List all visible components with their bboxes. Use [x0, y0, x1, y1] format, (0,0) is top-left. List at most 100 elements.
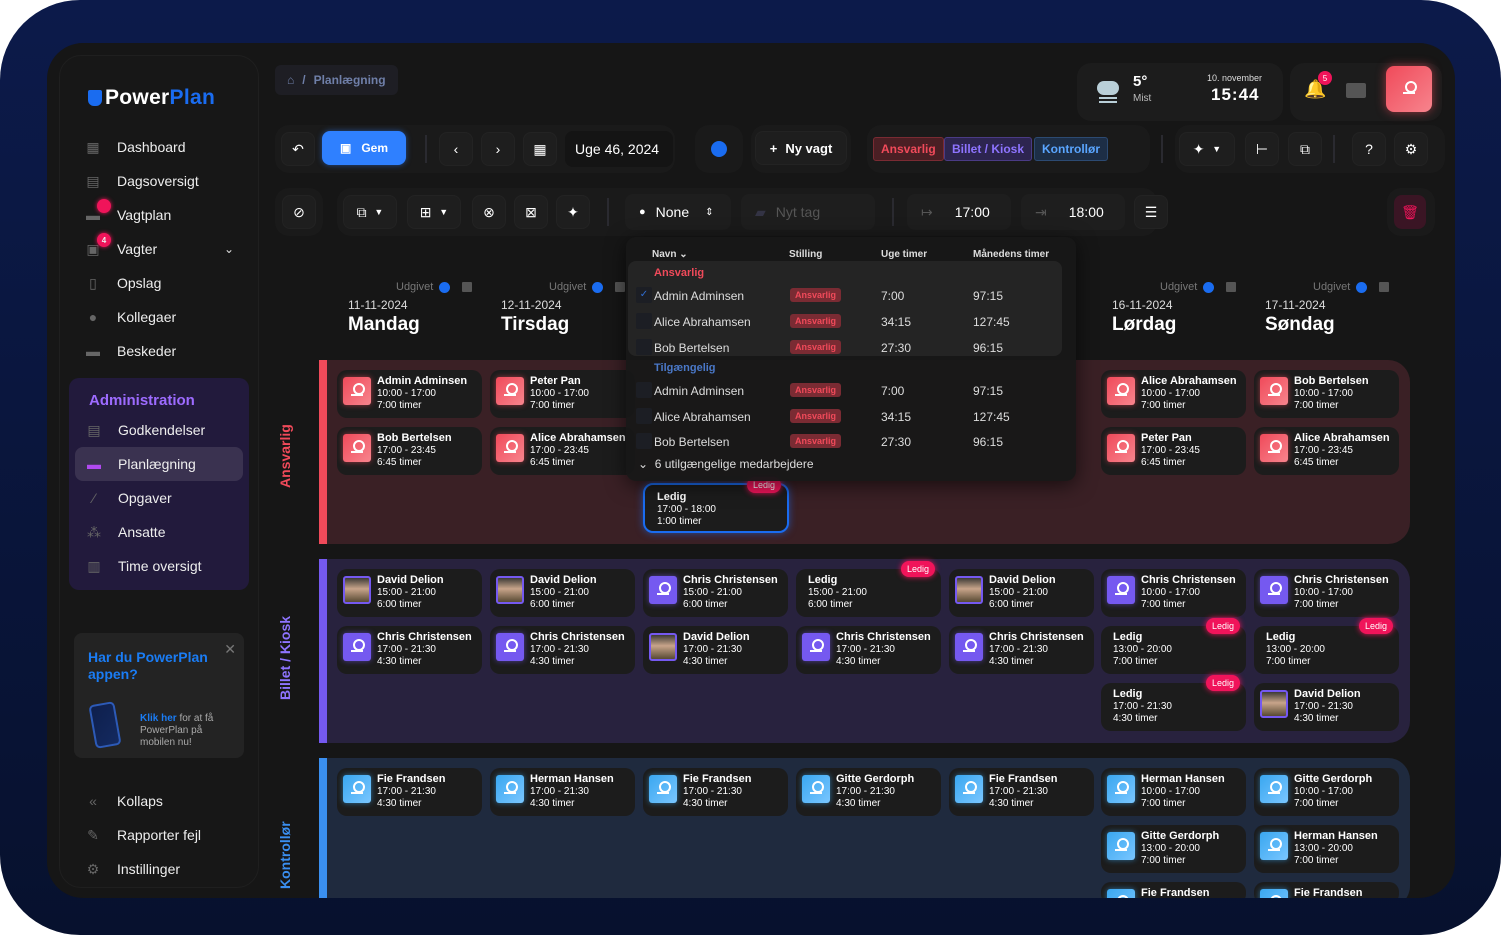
sidebar-item-vagter[interactable]: ▣ 4 Vagter ⌄ — [74, 232, 246, 266]
sidebar-item-planlaegning[interactable]: ▬ Planlægning — [75, 447, 243, 481]
dropdown-row[interactable]: Alice Abrahamsen Ansvarlig 34:15 127:45 — [630, 310, 1060, 334]
shift-card[interactable]: Chris Christensen 15:00 - 21:00 6:00 tim… — [643, 569, 788, 617]
shift-card[interactable]: Bob Bertelsen 10:00 - 17:00 7:00 timer — [1254, 370, 1399, 418]
breadcrumb-current[interactable]: Planlægning — [314, 73, 386, 87]
column-header-week-hours[interactable]: Uge timer — [881, 249, 927, 260]
sidebar-item-time-oversigt[interactable]: ▥ Time oversigt — [75, 549, 243, 583]
copy-button[interactable]: ⧉ ▼ — [343, 195, 397, 229]
start-time-input[interactable]: ↦ 17:00 — [907, 194, 1011, 230]
shift-card[interactable]: Ledig Ledig 15:00 - 21:00 6:00 timer — [796, 561, 941, 617]
new-shift-button[interactable]: + Ny vagt — [755, 131, 847, 165]
note-icon[interactable] — [1379, 282, 1390, 292]
shift-card[interactable]: Fie Frandsen 17:00 - 21:30 4:30 timer — [949, 768, 1094, 816]
duplicate-button[interactable]: ⊞ ▼ — [407, 195, 461, 229]
shift-card[interactable]: David Delion 17:00 - 21:30 4:30 timer — [643, 626, 788, 674]
hierarchy-button[interactable]: ⊢ — [1245, 132, 1279, 166]
shift-card[interactable]: Peter Pan 10:00 - 17:00 7:00 timer — [490, 370, 635, 418]
note-icon[interactable] — [1226, 282, 1237, 292]
note-icon[interactable] — [615, 282, 626, 292]
week-display[interactable]: Uge 46, 2024 — [565, 131, 673, 167]
shift-card[interactable]: Gitte Gerdorph 13:00 - 20:00 7:00 timer — [1101, 825, 1246, 873]
shift-card[interactable]: Ledig Ledig 13:00 - 20:00 7:00 timer — [1101, 618, 1246, 674]
adjust-button[interactable]: ☰ — [1134, 195, 1168, 229]
profile-button[interactable] — [1386, 66, 1432, 112]
shift-card[interactable]: Chris Christensen 17:00 - 21:30 4:30 tim… — [490, 626, 635, 674]
sidebar-item-ansatte[interactable]: ⁂ Ansatte — [75, 515, 243, 549]
remove-person-button[interactable]: ⊗ — [472, 195, 506, 229]
checkbox[interactable]: ✓ — [636, 287, 652, 303]
shift-card[interactable]: Alice Abrahamsen 17:00 - 23:45 6:45 time… — [490, 427, 635, 475]
sidebar-item-dashboard[interactable]: ▦ Dashboard — [74, 130, 246, 164]
sidebar-item-godkendelser[interactable]: ▤ Godkendelser — [75, 413, 243, 447]
shift-card[interactable]: Chris Christensen 17:00 - 21:30 4:30 tim… — [796, 626, 941, 674]
collapse-button[interactable]: « Kollaps — [74, 784, 246, 818]
dropdown-row[interactable]: Admin Adminsen Ansvarlig 7:00 97:15 — [630, 379, 1060, 403]
save-button[interactable]: ▣ Gem — [322, 131, 406, 165]
logo[interactable]: Power Plan — [88, 86, 215, 110]
shift-card[interactable]: Fie Frandsen 17:00 - 21:30 4:30 timer — [643, 768, 788, 816]
shift-card[interactable]: Ledig Ledig 17:00 - 21:30 4:30 timer — [1101, 675, 1246, 731]
checkbox[interactable] — [636, 339, 652, 355]
shift-card[interactable]: Alice Abrahamsen 10:00 - 17:00 7:00 time… — [1101, 370, 1246, 418]
checkbox[interactable] — [636, 408, 652, 424]
checkbox[interactable] — [636, 382, 652, 398]
help-button[interactable]: ? — [1352, 132, 1386, 166]
shift-card[interactable]: David Delion 17:00 - 21:30 4:30 timer — [1254, 683, 1399, 731]
selected-shift[interactable]: Ledig Ledig 17:00 - 18:00 1:00 timer — [643, 477, 789, 533]
settings-button[interactable]: ⚙ — [1394, 132, 1428, 166]
tag-billet-kiosk[interactable]: Billet / Kiosk — [944, 137, 1033, 161]
shift-card[interactable]: Ledig Ledig 13:00 - 20:00 7:00 timer — [1254, 618, 1399, 674]
sidebar-item-opslag[interactable]: ▯ Opslag — [74, 266, 246, 300]
checkbox[interactable] — [636, 313, 652, 329]
shift-card[interactable]: Fie Frandsen — [1254, 882, 1399, 898]
shift-card[interactable]: Bob Bertelsen 17:00 - 23:45 6:45 timer — [337, 427, 482, 475]
home-icon[interactable]: ⌂ — [287, 73, 294, 87]
remove-tag-button[interactable]: ⊠ — [514, 195, 548, 229]
calendar-button[interactable]: ▦ — [523, 132, 557, 166]
ai-fill-button[interactable]: ✦ ▼ — [1179, 132, 1235, 166]
column-header-name[interactable]: Navn ⌄ — [652, 249, 688, 260]
sidebar-item-beskeder[interactable]: ▬ Beskeder — [74, 334, 246, 368]
tag-input[interactable]: ▰ Nyt tag — [741, 194, 875, 230]
delete-button[interactable]: 🗑 — [1394, 195, 1426, 229]
sidebar-item-kollegaer[interactable]: ● Kollegaer — [74, 300, 246, 334]
shift-card[interactable]: Chris Christensen 10:00 - 17:00 7:00 tim… — [1254, 569, 1399, 617]
next-week-button[interactable]: › — [481, 132, 515, 166]
shift-card[interactable]: Gitte Gerdorph 10:00 - 17:00 7:00 timer — [1254, 768, 1399, 816]
shift-card[interactable]: David Delion 15:00 - 21:00 6:00 timer — [949, 569, 1094, 617]
publish-button[interactable] — [702, 132, 736, 166]
dropdown-row[interactable]: Bob Bertelsen Ansvarlig 27:30 96:15 — [630, 430, 1060, 454]
shift-card[interactable]: David Delion 15:00 - 21:00 6:00 timer — [490, 569, 635, 617]
published-status[interactable]: Udgivet — [1160, 281, 1237, 293]
shift-card[interactable]: Chris Christensen 17:00 - 21:30 4:30 tim… — [949, 626, 1094, 674]
settings-button[interactable]: ⚙ Instillinger — [74, 852, 246, 886]
shift-card[interactable]: Admin Adminsen 10:00 - 17:00 7:00 timer — [337, 370, 482, 418]
close-icon[interactable]: ✕ — [224, 641, 236, 658]
shift-card[interactable]: Peter Pan 17:00 - 23:45 6:45 timer — [1101, 427, 1246, 475]
prev-week-button[interactable]: ‹ — [439, 132, 473, 166]
ai-button[interactable]: ✦ — [556, 195, 590, 229]
shift-card[interactable]: David Delion 15:00 - 21:00 6:00 timer — [337, 569, 482, 617]
shift-card[interactable]: Herman Hansen 10:00 - 17:00 7:00 timer — [1101, 768, 1246, 816]
undo-button[interactable]: ↶ — [281, 132, 315, 166]
tag-kontrollor[interactable]: Kontrollør — [1034, 137, 1108, 161]
promo-link[interactable]: Klik her — [140, 713, 177, 724]
shift-card[interactable]: Herman Hansen 13:00 - 20:00 7:00 timer — [1254, 825, 1399, 873]
checkbox[interactable] — [636, 433, 652, 449]
note-icon[interactable] — [462, 282, 473, 292]
tag-ansvarlig[interactable]: Ansvarlig — [873, 137, 944, 161]
unavailable-toggle[interactable]: ⌄ 6 utilgængelige medarbejdere — [638, 457, 814, 471]
published-status[interactable]: Udgivet — [549, 281, 626, 293]
clear-button[interactable]: ⊘ — [282, 195, 316, 229]
column-header-month-hours[interactable]: Månedens timer — [973, 249, 1049, 260]
dropdown-row[interactable]: Bob Bertelsen Ansvarlig 27:30 96:15 — [630, 336, 1060, 360]
shift-card[interactable]: Chris Christensen 17:00 - 21:30 4:30 tim… — [337, 626, 482, 674]
sidebar-item-opgaver[interactable]: ⁄ Opgaver — [75, 481, 243, 515]
sidebar-item-vagtplan[interactable]: ▬ Vagtplan — [74, 198, 246, 232]
open-external-button[interactable]: ⧉ — [1288, 132, 1322, 166]
shift-card[interactable]: Alice Abrahamsen 17:00 - 23:45 6:45 time… — [1254, 427, 1399, 475]
published-status[interactable]: Udgivet — [396, 281, 473, 293]
end-time-input[interactable]: ⇥ 18:00 — [1021, 194, 1125, 230]
dropdown-row[interactable]: Alice Abrahamsen Ansvarlig 34:15 127:45 — [630, 405, 1060, 429]
person-select[interactable]: ● None ⇕ — [625, 194, 731, 230]
